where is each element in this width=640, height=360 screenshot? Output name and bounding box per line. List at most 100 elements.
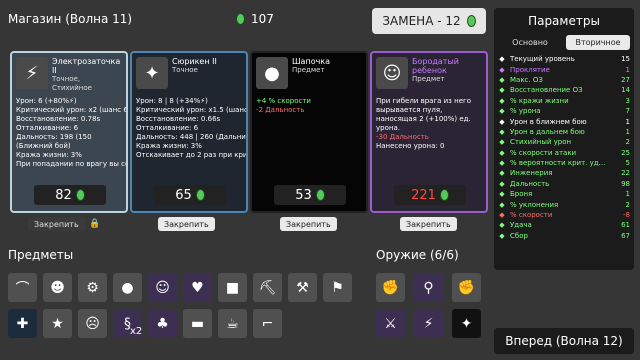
lock-button-3[interactable]: Закрепить xyxy=(280,217,337,231)
param-row[interactable]: ◆ Текущий уровень 15 xyxy=(498,54,630,64)
sword-icon[interactable]: ⚔ xyxy=(376,309,405,338)
taser-icon[interactable]: ⚡ xyxy=(414,309,443,338)
coffee-icon[interactable]: ☕ xyxy=(218,309,247,338)
param-value: 98 xyxy=(621,179,630,188)
lightning-sword-icon: ⚡ xyxy=(16,57,48,89)
bunny-icon[interactable]: ♣ xyxy=(148,309,177,338)
stat-icon: ◆ xyxy=(499,127,505,136)
item-count-badge: x2 xyxy=(130,326,143,337)
stat-line: При попадании по врагу вы создаете снаря… xyxy=(16,160,126,168)
fist-icon[interactable]: ✊ xyxy=(452,273,481,302)
buy-button[interactable]: 53 xyxy=(274,185,346,205)
param-label: % скорости атаки xyxy=(510,148,577,157)
param-label: Броня xyxy=(510,190,533,199)
ice-cube-icon[interactable]: ■ xyxy=(218,273,247,302)
robot-icon[interactable]: ⚙ xyxy=(78,273,107,302)
tab-main[interactable]: Основно xyxy=(498,35,562,50)
money-counter: 107 xyxy=(236,12,274,26)
param-value: -8 xyxy=(623,211,630,220)
param-label: % кражи жизни xyxy=(510,96,569,105)
param-value: 67 xyxy=(621,231,630,240)
stat-line: Урон: 6 (+80%⚡) xyxy=(16,97,77,105)
material-icon xyxy=(195,189,205,201)
buy-button[interactable]: 65 xyxy=(154,185,226,205)
stat-icon: ◆ xyxy=(499,159,505,168)
shop-card-4[interactable]: ☺ Бородатый ребенок Предмет При гибели в… xyxy=(370,51,488,213)
param-row[interactable]: ◆ Урон в дальнем бою 1 xyxy=(498,127,630,137)
param-label: Текущий уровень xyxy=(510,55,575,64)
param-label: Восстановление ОЗ xyxy=(510,86,583,95)
param-value: 1 xyxy=(625,65,630,74)
param-row[interactable]: ◆ Броня 1 xyxy=(498,189,630,199)
flag-icon[interactable]: ⚑ xyxy=(323,273,352,302)
param-row[interactable]: ◆ Стихийный урон 2 xyxy=(498,137,630,147)
param-row[interactable]: ◆ Восстановление ОЗ 14 xyxy=(498,85,630,95)
lock-button-1[interactable]: Закрепить xyxy=(28,217,85,231)
param-row[interactable]: ◆ Урон в ближнем бою 1 xyxy=(498,116,630,126)
card-stats: +4 % скорости -2 Дальность xyxy=(256,97,362,115)
shop-card-2[interactable]: ✦ Сюрикен II Точное Урон: 8 | 8 (+34%⚡) … xyxy=(130,51,248,213)
cane-icon[interactable]: ⌐ xyxy=(253,309,282,338)
param-value: 14 xyxy=(621,86,630,95)
stat-icon: ◆ xyxy=(499,190,505,199)
helmet-icon[interactable]: ☻ xyxy=(43,273,72,302)
stat-line: +4 % скорости xyxy=(256,97,311,105)
param-label: Сбор xyxy=(510,231,528,240)
material-icon xyxy=(75,189,85,201)
cart-icon[interactable]: ⛏ xyxy=(253,273,282,302)
param-label: % вероятности крит. уд... xyxy=(510,159,606,168)
param-row[interactable]: ◆ % скорости -8 xyxy=(498,210,630,220)
stat-line: Восстановление: 0.66s xyxy=(136,115,221,123)
material-icon xyxy=(236,13,245,25)
price-value: 82 xyxy=(55,187,72,203)
param-row[interactable]: ◆ Инженерия 22 xyxy=(498,168,630,178)
card-stats: Урон: 6 (+80%⚡) Критический урон: x2 (ша… xyxy=(16,97,126,169)
card-tags: Предмет xyxy=(292,66,325,74)
shop-card-3[interactable]: ● Шапочка Предмет +4 % скорости -2 Дальн… xyxy=(250,51,368,213)
param-value: 1 xyxy=(625,190,630,199)
slab-icon[interactable]: ▬ xyxy=(183,309,212,338)
lute-icon[interactable]: ⚲ xyxy=(414,273,443,302)
param-row[interactable]: ◆ Дальность 98 xyxy=(498,179,630,189)
lock-button-4[interactable]: Закрепить xyxy=(400,217,457,231)
alien-mask-icon[interactable]: ☹ xyxy=(78,309,107,338)
param-row[interactable]: ◆ Проклятие 1 xyxy=(498,64,630,74)
param-row[interactable]: ◆ % уклонения 2 xyxy=(498,199,630,209)
stat-line: Нанесено урона: 0 xyxy=(376,142,445,150)
chainsaw-icon[interactable]: ✚ xyxy=(8,309,37,338)
param-row[interactable]: ◆ Сбор 67 xyxy=(498,231,630,241)
stat-line: Кража жизни: 3% xyxy=(16,151,82,159)
stat-line: При гибели врага из него вырывается пуля… xyxy=(376,97,471,132)
card-name: Сюрикен II xyxy=(172,57,217,66)
param-value: 15 xyxy=(621,55,630,64)
buy-button[interactable]: 221 xyxy=(394,185,466,205)
param-value: 25 xyxy=(621,148,630,157)
buy-button[interactable]: 82 xyxy=(34,185,106,205)
next-wave-button[interactable]: Вперед (Волна 12) xyxy=(494,328,634,354)
param-label: % урона xyxy=(510,107,541,116)
lock-button-2[interactable]: Закрепить xyxy=(158,217,215,231)
param-row[interactable]: ◆ % вероятности крит. уд... 5 xyxy=(498,158,630,168)
pig-icon[interactable]: ♥ xyxy=(183,273,212,302)
boxing-glove-icon[interactable]: ● xyxy=(113,273,142,302)
param-row[interactable]: ◆ % кражи жизни 3 xyxy=(498,96,630,106)
shuriken-icon[interactable]: ✦ xyxy=(452,309,481,338)
fishing-rod-icon[interactable]: ⌒ xyxy=(8,273,37,302)
starfish-icon[interactable]: ★ xyxy=(43,309,72,338)
stat-line: Отталкивание: 6 xyxy=(136,124,199,132)
fist-icon[interactable]: ✊ xyxy=(376,273,405,302)
stat-icon: ◆ xyxy=(499,138,505,147)
stat-line: Дальность: 198 (150 xyxy=(16,133,92,141)
param-row[interactable]: ◆ Макс. ОЗ 27 xyxy=(498,75,630,85)
param-value: 27 xyxy=(621,75,630,84)
tab-secondary[interactable]: Вторичное xyxy=(566,35,630,50)
shop-card-1[interactable]: ⚡ Электрозаточка II Точное, Стихийное Ур… xyxy=(10,51,128,213)
param-row[interactable]: ◆ % урона 7 xyxy=(498,106,630,116)
stat-line: (Ближний бой) xyxy=(16,142,71,150)
noodle-bowl-icon[interactable]: ☺ xyxy=(148,273,177,302)
param-row[interactable]: ◆ % скорости атаки 25 xyxy=(498,148,630,158)
stat-icon: ◆ xyxy=(499,117,505,126)
shovel-icon[interactable]: ⚒ xyxy=(288,273,317,302)
param-row[interactable]: ◆ Удача 61 xyxy=(498,220,630,230)
reroll-button[interactable]: ЗАМЕНА - 12 xyxy=(372,8,486,34)
